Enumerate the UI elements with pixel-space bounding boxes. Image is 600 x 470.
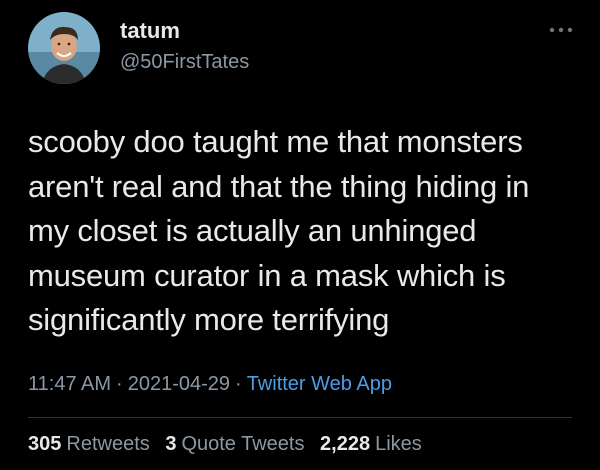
retweets-label: Retweets [66,433,150,455]
engagement-stats: 305 Retweets 3 Quote Tweets 2,228 Likes [28,432,432,456]
more-options-icon [549,27,573,33]
profile-photo-icon [28,12,100,84]
tweet-metadata: 11:47 AM · 2021-04-29 · Twitter Web App [28,372,392,396]
more-options-button[interactable] [546,22,576,38]
quote-tweets-count: 3 [165,433,177,455]
meta-separator: · [235,373,242,395]
author-handle[interactable]: @50FirstTates [120,50,249,74]
author-display-name[interactable]: tatum [120,18,180,44]
likes-stat[interactable]: 2,228 Likes [320,432,422,456]
likes-count: 2,228 [320,433,371,455]
tweet-text-line: aren't real and that the thing hiding in [28,168,530,204]
tweet-date[interactable]: 2021-04-29 [128,373,230,395]
tweet-time[interactable]: 11:47 AM [28,373,111,395]
tweet-text-line: scooby doo taught me that monsters [28,124,523,159]
quote-tweets-label: Quote Tweets [181,433,305,455]
avatar[interactable] [28,12,100,84]
tweet-card: tatum @50FirstTates scooby doo taught me… [0,0,600,470]
tweet-text-line: significantly more terrifying [28,302,390,337]
tweet-text: scooby doo taught me that monsters aren'… [28,120,578,343]
retweets-stat[interactable]: 305 Retweets [28,432,150,456]
tweet-text-line: museum curator in a mask which is [28,257,506,293]
quote-tweets-stat[interactable]: 3 Quote Tweets [165,432,304,456]
likes-label: Likes [375,433,422,455]
tweet-source-link[interactable]: Twitter Web App [247,373,392,395]
divider [28,417,572,418]
tweet-text-line: my closet is actually an unhinged [28,213,477,248]
meta-separator: · [116,373,123,395]
retweets-count: 305 [28,433,62,455]
